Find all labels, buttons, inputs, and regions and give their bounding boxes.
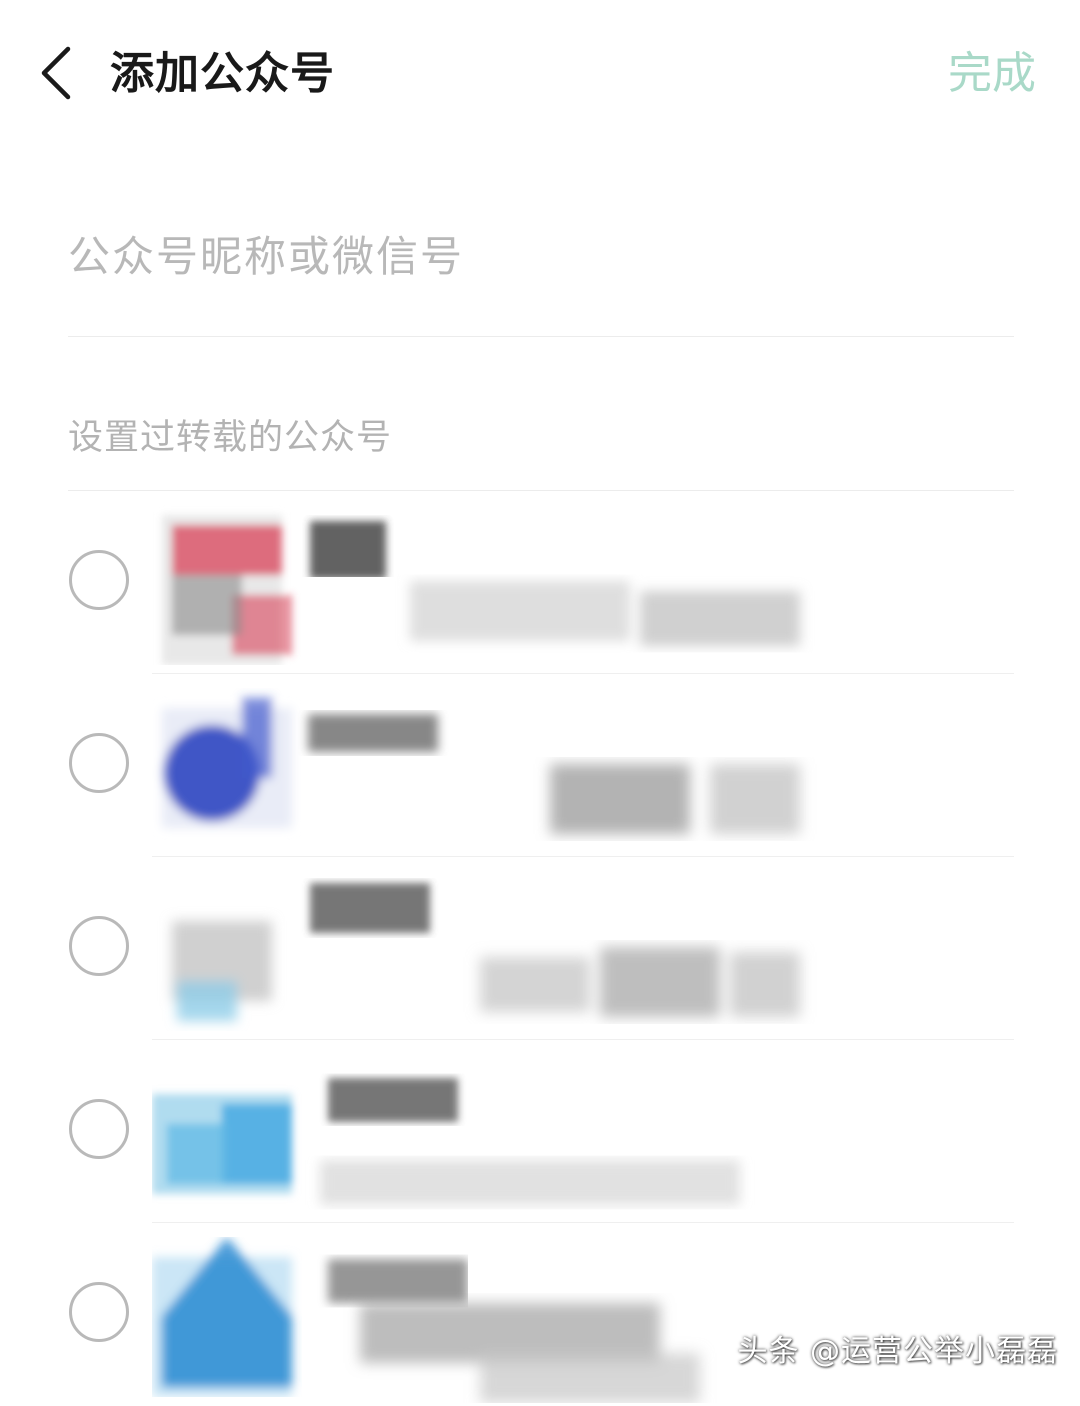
search-input[interactable] — [68, 220, 1014, 292]
account-row-5[interactable] — [0, 1223, 1080, 1406]
page-title: 添加公众号 — [110, 48, 335, 99]
account-id-redacted — [550, 764, 800, 834]
account-avatar — [152, 1237, 292, 1397]
account-row-2[interactable] — [0, 674, 1080, 857]
account-avatar — [152, 1094, 292, 1194]
account-id-redacted — [480, 947, 800, 1017]
radio-unchecked-icon[interactable] — [69, 916, 129, 976]
radio-unchecked-icon[interactable] — [69, 1282, 129, 1342]
chevron-left-icon — [41, 46, 71, 100]
account-id-redacted — [320, 1160, 740, 1205]
done-button[interactable]: 完成 — [948, 44, 1036, 104]
search-divider — [68, 336, 1014, 337]
radio-unchecked-icon[interactable] — [69, 733, 129, 793]
account-avatar — [172, 921, 272, 1021]
account-avatar — [162, 515, 292, 665]
navigation-header: 添加公众号 完成 — [0, 0, 1080, 150]
watermark-text: 头条 @运营公举小磊磊 — [737, 1334, 1058, 1369]
radio-unchecked-icon[interactable] — [69, 550, 129, 610]
account-id-redacted — [410, 581, 800, 646]
account-row-4[interactable] — [0, 1040, 1080, 1223]
section-title: 设置过转载的公众号 — [68, 418, 393, 458]
radio-unchecked-icon[interactable] — [69, 1099, 129, 1159]
account-row-3[interactable] — [0, 857, 1080, 1040]
back-button[interactable] — [26, 40, 86, 106]
account-row-1[interactable] — [0, 491, 1080, 674]
account-avatar — [162, 698, 292, 828]
